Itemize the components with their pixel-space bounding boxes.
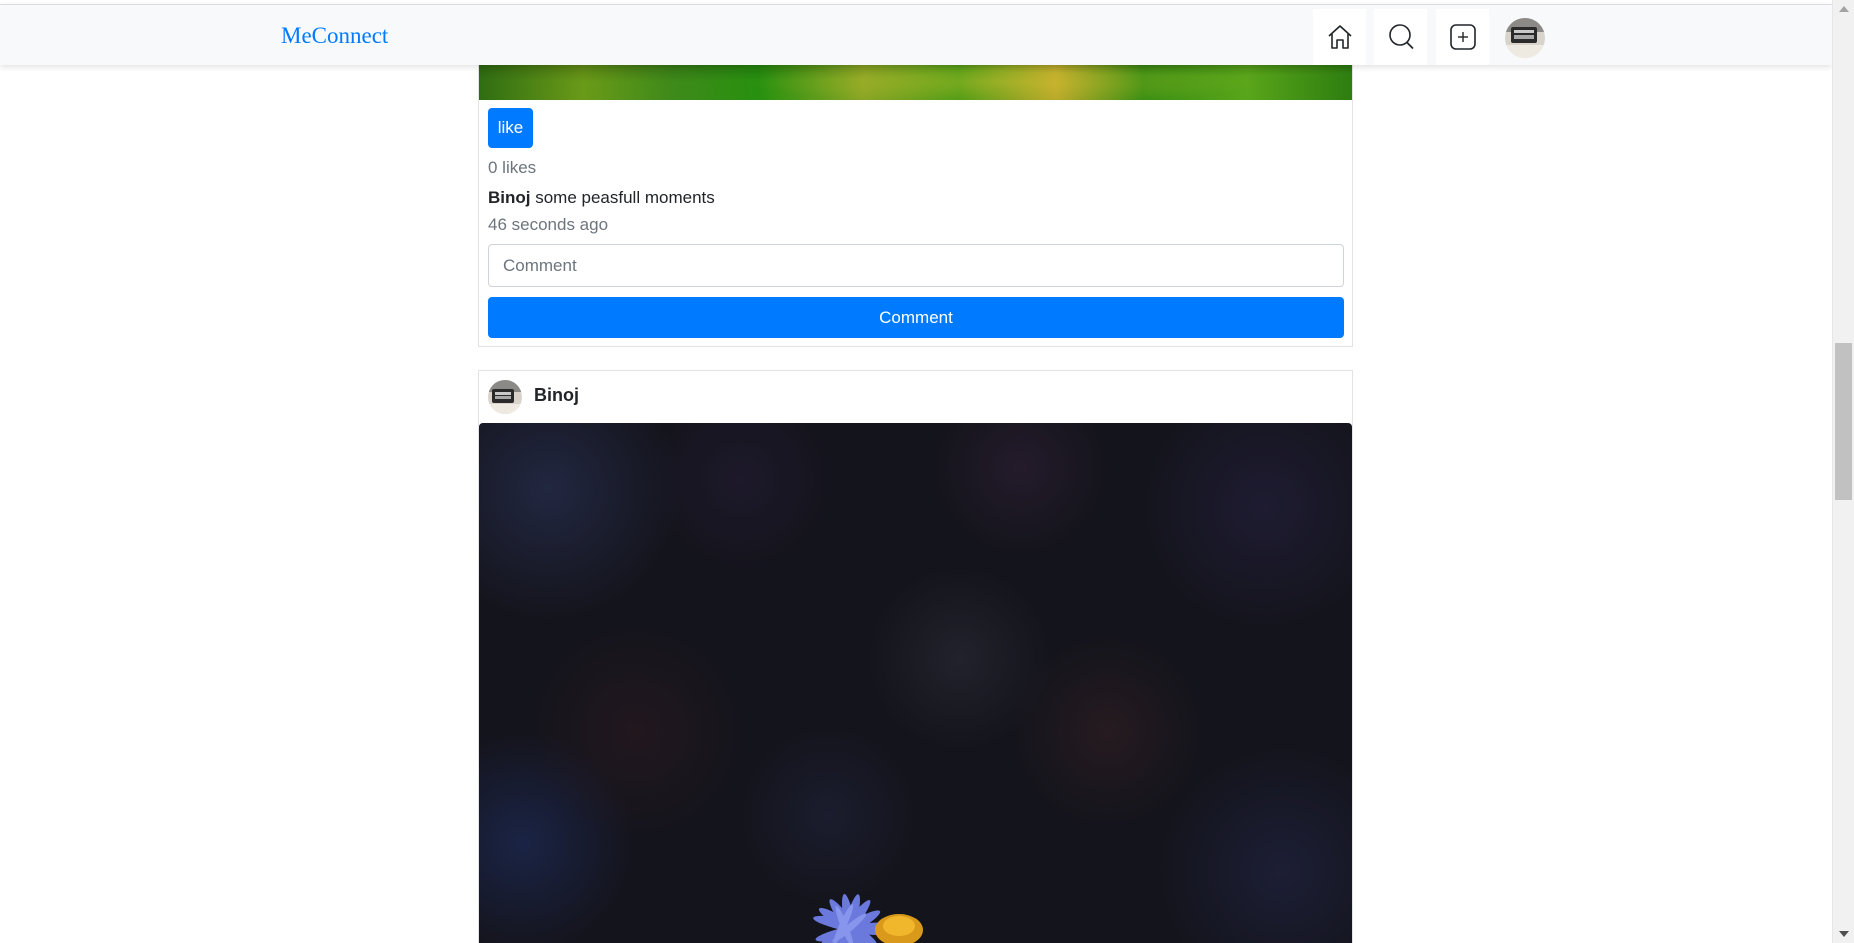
likes-count: 0 likes: [488, 158, 537, 177]
scroll-up-arrow[interactable]: [1839, 6, 1849, 12]
post-card: like 0 likes Binoj some peasfull moments…: [478, 40, 1353, 347]
top-navbar: MeConnect: [0, 4, 1832, 65]
page-viewport: like 0 likes Binoj some peasfull moments…: [0, 0, 1832, 943]
post-header: Binoj: [479, 371, 1352, 422]
comment-button[interactable]: Comment: [488, 297, 1344, 338]
caption-text: some peasfull moments: [530, 188, 715, 207]
home-icon: [1327, 25, 1352, 49]
post-card: Binoj: [478, 370, 1353, 943]
brand-logo[interactable]: MeConnect: [281, 23, 388, 49]
post-author[interactable]: Binoj: [534, 385, 579, 406]
flower-graphic: [813, 893, 923, 943]
comment-input[interactable]: [488, 244, 1344, 287]
caption-author[interactable]: Binoj: [488, 188, 531, 207]
scroll-down-arrow[interactable]: [1839, 931, 1849, 937]
post-timestamp: 46 seconds ago: [488, 215, 609, 234]
search-button[interactable]: [1374, 9, 1427, 65]
home-button[interactable]: [1313, 9, 1366, 65]
add-post-icon: [1449, 24, 1476, 50]
search-icon: [1388, 24, 1414, 50]
post-image: [479, 423, 1352, 943]
scroll-thumb[interactable]: [1835, 343, 1852, 500]
post-caption: Binoj some peasfull moments: [488, 188, 715, 208]
page-scrollbar[interactable]: [1832, 0, 1854, 943]
avatar[interactable]: [488, 380, 522, 414]
add-post-button[interactable]: [1436, 9, 1489, 65]
profile-avatar[interactable]: [1505, 18, 1545, 58]
like-button[interactable]: like: [488, 108, 533, 148]
